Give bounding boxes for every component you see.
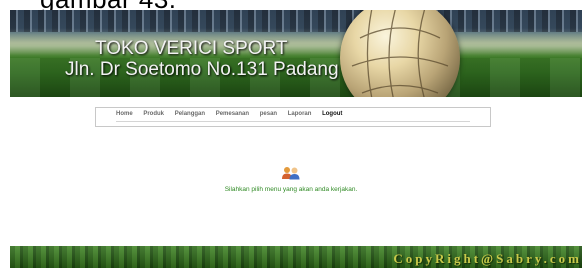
instruction-message: Silahkan pilih menu yang akan anda kerja… [224,186,358,193]
menu-item-produk[interactable]: Produk [143,111,164,117]
main-menu: Home Produk Pelanggan Pemesanan pesan La… [95,107,491,127]
menu-underline [116,121,470,122]
menu-item-home[interactable]: Home [116,111,133,117]
header-banner: TOKO VERICI SPORT Jln. Dr Soetomo No.131… [10,10,582,97]
copyright-text: CopyRight@Sabry.com [393,251,582,266]
menu-item-logout[interactable]: Logout [322,111,342,117]
shop-name: TOKO VERICI SPORT [95,38,288,59]
menu-item-pemesanan[interactable]: Pemesanan [216,111,249,117]
soccer-ball-image [340,10,460,97]
menu-list: Home Produk Pelanggan Pemesanan pesan La… [116,111,351,117]
footer-bar: CopyRight@Sabry.com [10,246,582,268]
ball-seams [351,10,449,97]
menu-item-pelanggan[interactable]: Pelanggan [175,111,205,117]
shop-address: Jln. Dr Soetomo No.131 Padang [65,59,339,80]
menu-item-laporan[interactable]: Laporan [288,111,312,117]
users-icon [282,167,300,180]
menu-item-pesan[interactable]: pesan [260,111,277,117]
